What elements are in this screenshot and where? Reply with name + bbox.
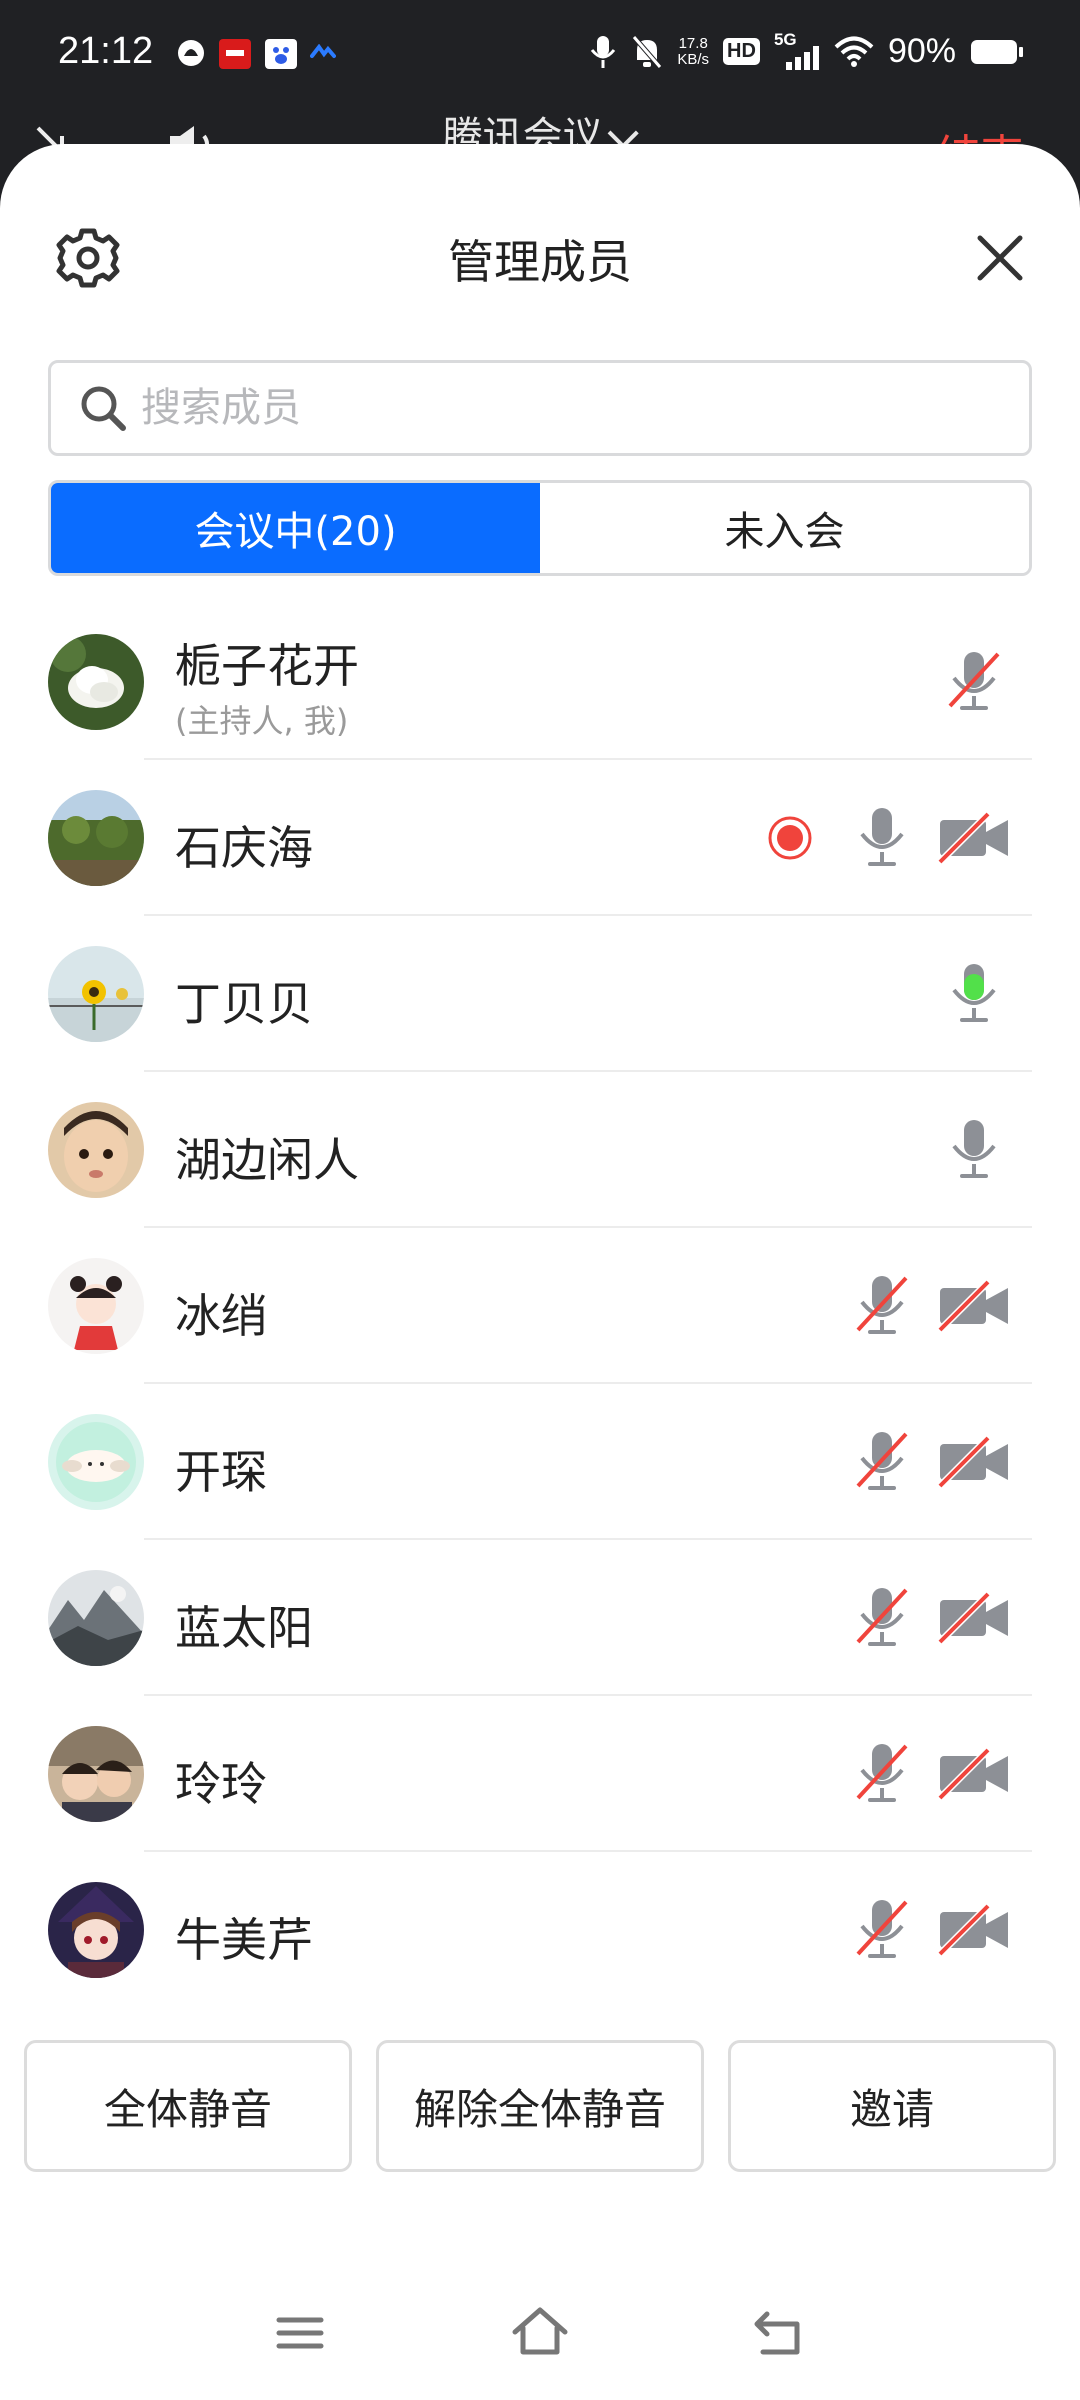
member-row[interactable]: 栀子花开 (主持人, 我) bbox=[0, 604, 1080, 760]
status-time: 21:12 bbox=[58, 30, 154, 72]
search-input[interactable] bbox=[141, 385, 961, 431]
member-row[interactable]: 石庆海 bbox=[0, 760, 1080, 916]
camera-off-icon[interactable] bbox=[936, 800, 1012, 876]
member-row[interactable]: 丁贝贝 bbox=[0, 916, 1080, 1072]
member-row[interactable]: 开琛 bbox=[0, 1384, 1080, 1540]
member-name: 冰绡 bbox=[175, 1289, 267, 1343]
recording-icon bbox=[768, 816, 812, 860]
search-icon bbox=[81, 386, 126, 431]
tab-not-joined[interactable]: 未入会 bbox=[540, 483, 1029, 573]
battery-percent: 90% bbox=[887, 32, 956, 70]
member-name: 开琛 bbox=[175, 1445, 267, 1499]
tab-in-meeting[interactable]: 会议中(20) bbox=[51, 483, 540, 573]
baidu-app-icon bbox=[265, 39, 297, 69]
mute-all-button[interactable]: 全体静音 bbox=[24, 2040, 352, 2172]
home-icon[interactable] bbox=[505, 2298, 575, 2368]
member-name: 石庆海 bbox=[175, 821, 313, 875]
member-name: 牛美芹 bbox=[175, 1913, 313, 1967]
mic-muted-icon[interactable] bbox=[844, 1892, 920, 1968]
member-row[interactable]: 牛美芹 bbox=[0, 1852, 1080, 2008]
avatar bbox=[48, 1726, 144, 1822]
member-row[interactable]: 玲玲 bbox=[0, 1696, 1080, 1852]
mic-muted-icon[interactable] bbox=[844, 1424, 920, 1500]
network-speed-value: 17.8 bbox=[678, 34, 708, 52]
system-nav-bar bbox=[0, 2290, 1080, 2380]
cellular-signal-icon: 5G bbox=[774, 30, 820, 70]
back-icon[interactable] bbox=[745, 2298, 815, 2368]
member-name: 湖边闲人 bbox=[175, 1133, 359, 1187]
silent-mode-icon bbox=[632, 34, 663, 69]
search-box[interactable] bbox=[48, 360, 1032, 456]
camera-off-icon[interactable] bbox=[936, 1580, 1012, 1656]
mic-on-icon[interactable] bbox=[844, 800, 920, 876]
news-app-icon bbox=[219, 39, 251, 69]
invite-button[interactable]: 邀请 bbox=[728, 2040, 1056, 2172]
signal-bars-icon bbox=[785, 45, 819, 70]
mic-muted-icon[interactable] bbox=[844, 1268, 920, 1344]
avatar bbox=[48, 634, 144, 730]
wifi-icon bbox=[834, 36, 874, 67]
member-row[interactable]: 蓝太阳 bbox=[0, 1540, 1080, 1696]
camera-off-icon[interactable] bbox=[936, 1736, 1012, 1812]
microphone-in-use-icon bbox=[591, 35, 616, 68]
menu-icon[interactable] bbox=[265, 2298, 335, 2368]
battery-icon bbox=[971, 39, 1023, 64]
avatar bbox=[48, 1882, 144, 1978]
sheet-title: 管理成员 bbox=[448, 235, 632, 289]
member-name: 蓝太阳 bbox=[175, 1601, 313, 1655]
member-name: 丁贝贝 bbox=[175, 977, 313, 1031]
network-speed: 17.8 KB/s bbox=[677, 34, 710, 68]
hd-badge: HD bbox=[723, 38, 760, 65]
member-row[interactable]: 冰绡 bbox=[0, 1228, 1080, 1384]
network-speed-unit: KB/s bbox=[677, 50, 710, 68]
member-name: 栀子花开 bbox=[175, 639, 359, 693]
avatar bbox=[48, 1570, 144, 1666]
avatar bbox=[48, 946, 144, 1042]
member-row[interactable]: 湖边闲人 bbox=[0, 1072, 1080, 1228]
mic-speaking-icon[interactable] bbox=[936, 956, 1012, 1032]
avatar bbox=[48, 1102, 144, 1198]
avatar bbox=[48, 1258, 144, 1354]
meeting-app-icon bbox=[310, 44, 336, 58]
mic-muted-icon[interactable] bbox=[936, 644, 1012, 720]
mic-muted-icon[interactable] bbox=[844, 1736, 920, 1812]
mic-muted-icon[interactable] bbox=[844, 1580, 920, 1656]
avatar bbox=[48, 790, 144, 886]
sheet-header: 管理成员 bbox=[0, 144, 1080, 289]
mic-on-icon[interactable] bbox=[936, 1112, 1012, 1188]
camera-off-icon[interactable] bbox=[936, 1892, 1012, 1968]
camera-off-icon[interactable] bbox=[936, 1268, 1012, 1344]
member-tabs: 会议中(20) 未入会 bbox=[48, 480, 1032, 576]
avatar bbox=[48, 1414, 144, 1510]
status-bar: 21:12 17.8 KB/s HD 5G 90% bbox=[0, 0, 1080, 110]
status-right: 17.8 KB/s HD 5G 90% bbox=[589, 30, 1024, 71]
member-list: 栀子花开 (主持人, 我) 石庆海 丁贝贝 湖边闲人 冰绡 开琛 蓝太阳 玲玲 … bbox=[0, 604, 1080, 2008]
member-name: 玲玲 bbox=[175, 1757, 267, 1811]
unmute-all-button[interactable]: 解除全体静音 bbox=[376, 2040, 704, 2172]
app-notification-icon bbox=[178, 40, 204, 66]
manage-members-sheet: 管理成员 会议中(20) 未入会 栀子花开 (主持人, 我) bbox=[0, 144, 1080, 2400]
bottom-actions: 全体静音 解除全体静音 邀请 bbox=[24, 2040, 1056, 2172]
close-icon[interactable] bbox=[972, 230, 1028, 286]
member-role: (主持人, 我) bbox=[175, 702, 349, 740]
camera-off-icon[interactable] bbox=[936, 1424, 1012, 1500]
